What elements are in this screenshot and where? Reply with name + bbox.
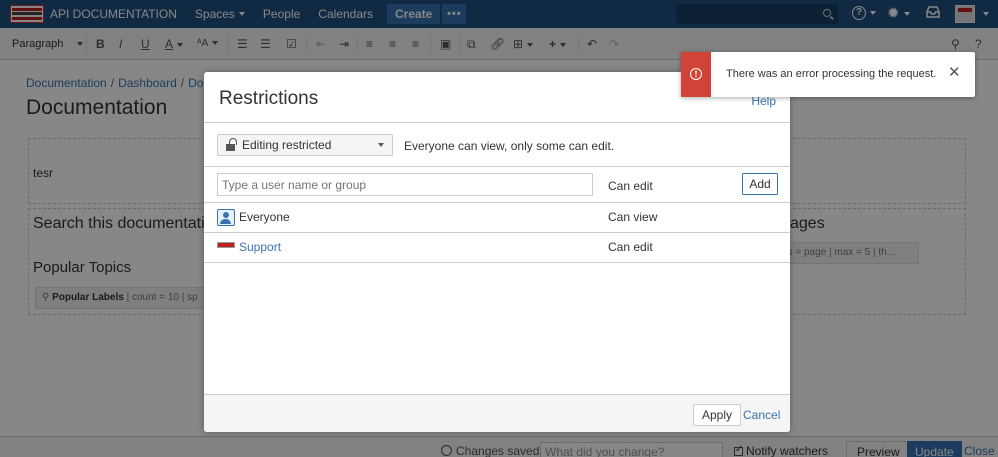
restriction-entry-permission[interactable]: Can view xyxy=(608,210,657,224)
divider xyxy=(204,166,790,167)
restriction-entry-name[interactable]: Support xyxy=(239,240,281,254)
group-icon xyxy=(217,209,235,226)
error-icon: ! xyxy=(690,68,702,80)
restriction-entry-permission[interactable]: Can edit xyxy=(608,240,653,254)
user-group-input[interactable] xyxy=(217,173,593,196)
dialog-footer: Apply Cancel xyxy=(204,394,790,432)
error-message: There was an error processing the reques… xyxy=(726,68,937,80)
apply-button[interactable]: Apply xyxy=(693,404,742,426)
divider xyxy=(204,202,790,203)
divider xyxy=(204,122,790,123)
error-flag: ! There was an error processing the requ… xyxy=(681,52,975,97)
add-permission-select[interactable]: Can edit xyxy=(608,179,653,193)
restriction-description: Everyone can view, only some can edit. xyxy=(404,139,615,153)
dialog-title: Restrictions xyxy=(219,88,319,109)
add-button[interactable]: Add xyxy=(742,173,778,195)
divider xyxy=(204,232,790,233)
restriction-entry-name: Everyone xyxy=(239,210,290,224)
chevron-down-icon xyxy=(378,143,384,147)
restriction-type-label: Editing restricted xyxy=(242,138,332,152)
restrictions-dialog: Restrictions Help Editing restricted Eve… xyxy=(204,72,790,432)
divider xyxy=(204,262,790,263)
close-icon[interactable]: ✕ xyxy=(948,65,961,81)
error-flag-bar: ! xyxy=(681,52,711,97)
cancel-link[interactable]: Cancel xyxy=(743,408,780,422)
lock-icon xyxy=(226,137,237,151)
restriction-type-select[interactable]: Editing restricted xyxy=(217,134,393,156)
support-avatar-icon xyxy=(217,242,235,248)
